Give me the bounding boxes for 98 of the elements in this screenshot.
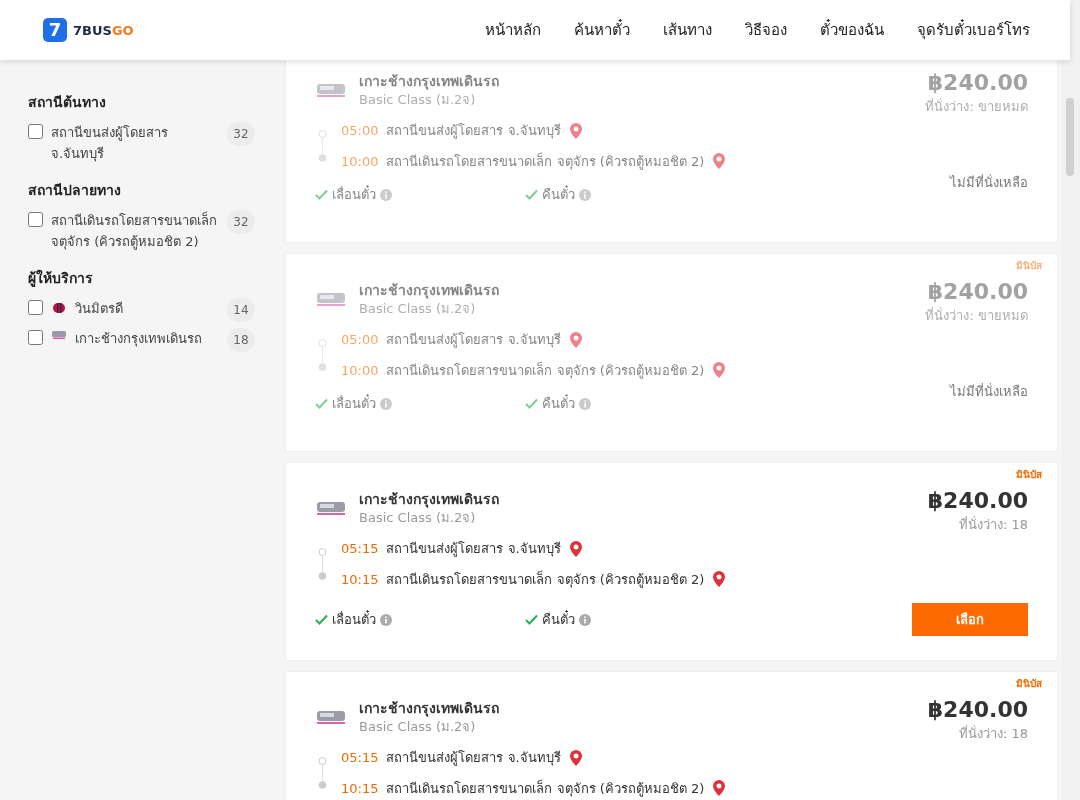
map-pin-icon: [568, 539, 583, 558]
bus-type-label: มินิบัส: [1016, 468, 1042, 482]
filter-option-label[interactable]: เกาะช้างกรุงเทพเดินรถ: [75, 328, 219, 349]
seats-available: ที่นั่งว่าง: ขายหมด: [925, 306, 1028, 325]
price-text: ฿240.00: [927, 487, 1028, 515]
option-count: 32: [227, 122, 255, 146]
nav-link[interactable]: หน้าหลัก: [485, 18, 541, 42]
checkbox[interactable]: [28, 330, 43, 345]
station-name: สถานีเดินรถโดยสารขนาดเล็ก จตุจักร (คิวรถตู้หมอชิต 2): [386, 569, 705, 589]
nav-link[interactable]: เส้นทาง: [663, 18, 712, 42]
filter-option-label[interactable]: วินมิตรดี: [75, 298, 219, 319]
info-icon: [579, 397, 591, 410]
operator-name: เกาะช้างกรุงเทพเดินรถ: [359, 490, 499, 509]
bus-logo-icon: [51, 330, 67, 340]
time-text: 10:00: [341, 152, 379, 171]
seats-available: ที่นั่งว่าง: ขายหมด: [925, 97, 1028, 116]
info-icon: [380, 397, 392, 410]
operator-logo-icon: [51, 300, 67, 316]
timeline-drawing: [318, 130, 327, 162]
logo-icon[interactable]: 7: [43, 18, 67, 42]
checkbox[interactable]: [28, 300, 43, 315]
info-icon: [579, 613, 591, 626]
check-icon: [525, 614, 538, 625]
bus-logo-icon: [315, 290, 347, 308]
check-icon: [525, 189, 538, 201]
info-icon: [380, 188, 392, 201]
operator-name: เกาะช้างกรุงเทพเดินรถ: [359, 699, 499, 718]
option-count: 14: [227, 298, 255, 322]
bus-type-label: มินิบัส: [1016, 259, 1042, 273]
time-text: 10:15: [341, 570, 379, 589]
timeline-drawing: [318, 339, 327, 371]
filter-heading: สถานีต้นทาง: [28, 93, 107, 112]
map-pin-icon: [568, 121, 583, 140]
map-pin-icon: [568, 330, 583, 349]
price-text: ฿240.00: [927, 278, 1028, 306]
filter-option-label[interactable]: สถานีเดินรถโดยสารขนาดเล็ก จตุจักร (คิวรถตู้หมอชิต 2): [51, 210, 219, 252]
map-pin-icon: [712, 570, 727, 589]
seats-available: ที่นั่งว่าง: 18: [958, 724, 1028, 743]
feature-label: เลื่อนตั๋ว: [332, 185, 376, 204]
price-text: ฿240.00: [927, 696, 1028, 724]
bus-logo-icon: [315, 499, 347, 517]
nav-link[interactable]: ค้นหาตั๋ว: [574, 18, 630, 42]
bus-type-label: มินิบัส: [1016, 677, 1042, 691]
feature-label: คืนตั๋ว: [542, 609, 575, 629]
scrollbar[interactable]: [1062, 0, 1080, 800]
station-name: สถานีขนส่งผู้โดยสาร จ.จันทบุรี: [386, 540, 561, 559]
bus-logo-icon: [315, 708, 347, 726]
nav-link[interactable]: ตั๋วของฉัน: [820, 18, 884, 42]
sold-out-text: ไม่มีที่นั่งเหลือ: [950, 382, 1028, 401]
time-text: 10:00: [341, 361, 379, 380]
option-count: 18: [227, 328, 255, 352]
sold-out-text: ไม่มีที่นั่งเหลือ: [950, 173, 1028, 192]
feature-label: คืนตั๋ว: [542, 394, 575, 413]
time-text: 05:15: [341, 749, 379, 767]
nav-link[interactable]: วิธีจอง: [745, 18, 787, 42]
map-pin-icon: [712, 361, 727, 380]
check-icon: [315, 398, 328, 410]
station-name: สถานีขนส่งผู้โดยสาร จ.จันทบุรี: [386, 122, 561, 141]
time-text: 10:15: [341, 779, 379, 798]
time-text: 05:00: [341, 331, 379, 349]
map-pin-icon: [712, 152, 727, 171]
filter-option-label[interactable]: สถานีขนส่งผู้โดยสาร จ.จันทบุรี: [51, 122, 219, 164]
option-count: 32: [227, 210, 255, 234]
price-text: ฿240.00: [927, 69, 1028, 97]
check-icon: [315, 614, 328, 625]
feature-label: เลื่อนตั๋ว: [332, 394, 376, 413]
station-name: สถานีขนส่งผู้โดยสาร จ.จันทบุรี: [386, 331, 561, 350]
bus-class: Basic Class (ม.2จ): [359, 300, 477, 318]
operator-name: เกาะช้างกรุงเทพเดินรถ: [359, 281, 499, 300]
filter-heading: ผู้ให้บริการ: [28, 268, 94, 289]
station-name: สถานีขนส่งผู้โดยสาร จ.จันทบุรี: [386, 749, 561, 768]
check-icon: [315, 189, 328, 201]
time-text: 05:00: [341, 122, 379, 140]
bus-logo-icon: [315, 81, 347, 99]
bus-class: Basic Class (ม.2จ): [359, 509, 477, 527]
station-name: สถานีเดินรถโดยสารขนาดเล็ก จตุจักร (คิวรถตู้หมอชิต 2): [386, 778, 705, 798]
bus-class: Basic Class (ม.2จ): [359, 91, 477, 109]
operator-name: เกาะช้างกรุงเทพเดินรถ: [359, 72, 499, 91]
station-name: สถานีเดินรถโดยสารขนาดเล็ก จตุจักร (คิวรถตู้หมอชิต 2): [386, 360, 705, 380]
info-icon: [380, 613, 392, 626]
map-pin-icon: [568, 748, 583, 767]
station-name: สถานีเดินรถโดยสารขนาดเล็ก จตุจักร (คิวรถตู้หมอชิต 2): [386, 151, 705, 171]
logo-text[interactable]: 7BUS: [73, 23, 112, 37]
info-icon: [579, 188, 591, 201]
scrollbar-thumb[interactable]: [1066, 98, 1074, 176]
nav-link[interactable]: จุดรับตั๋วเบอร์โทร: [917, 18, 1030, 42]
timeline-drawing: [318, 757, 327, 789]
feature-label: เลื่อนตั๋ว: [332, 609, 376, 629]
map-pin-icon: [712, 779, 727, 798]
feature-label: คืนตั๋ว: [542, 185, 575, 204]
check-icon: [525, 398, 538, 410]
filter-heading: สถานีปลายทาง: [28, 181, 122, 200]
bus-class: Basic Class (ม.2จ): [359, 718, 477, 736]
checkbox[interactable]: [28, 212, 43, 227]
time-text: 05:15: [341, 540, 379, 558]
seats-available: ที่นั่งว่าง: 18: [958, 515, 1028, 534]
timeline-drawing: [318, 548, 327, 580]
checkbox[interactable]: [28, 124, 43, 139]
